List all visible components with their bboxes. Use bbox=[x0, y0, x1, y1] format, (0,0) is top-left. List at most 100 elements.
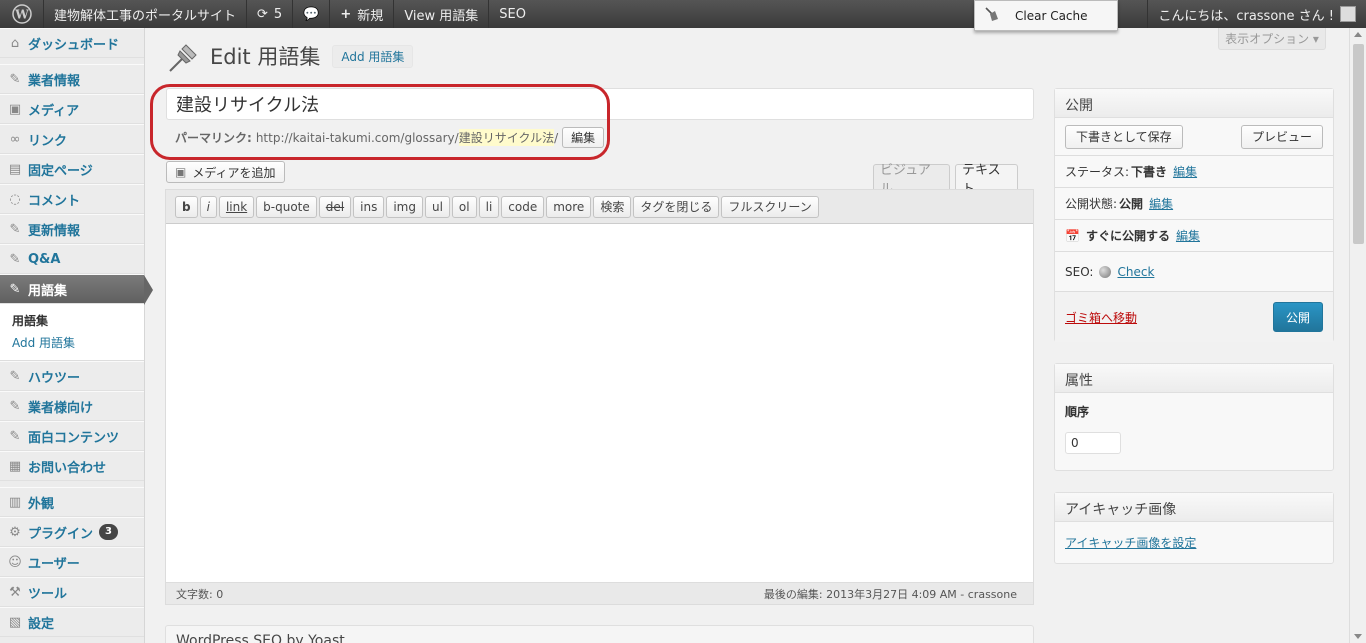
sidebar-item-links[interactable]: ∞ リンク bbox=[0, 124, 144, 154]
edit-status-link[interactable]: 編集 bbox=[1173, 163, 1197, 180]
account-menu[interactable]: こんにちは、crassone さん ! bbox=[1147, 0, 1366, 28]
seo-check-link[interactable]: Check bbox=[1117, 265, 1154, 279]
featured-image-box-title[interactable]: アイキャッチ画像 bbox=[1055, 493, 1333, 522]
seo-status-dot-icon bbox=[1099, 265, 1112, 278]
sidebar-item-updates[interactable]: ✎ 更新情報 bbox=[0, 214, 144, 244]
add-new-button[interactable]: Add 用語集 bbox=[332, 44, 414, 68]
updates-count: 5 bbox=[273, 6, 283, 22]
sidebar-item-glossary[interactable]: ✎ 用語集 bbox=[0, 274, 153, 305]
sidebar-item-plugins[interactable]: ⚙ プラグイン 3 bbox=[0, 517, 144, 547]
sidebar-item-for-contractors[interactable]: ✎ 業者様向け bbox=[0, 391, 144, 421]
sidebar-item-label: ツール bbox=[28, 586, 68, 602]
quicktag-ins-button[interactable]: ins bbox=[353, 195, 385, 218]
quicktag-code-button[interactable]: code bbox=[501, 195, 545, 218]
seo-label: SEO: bbox=[1065, 264, 1094, 279]
sidebar-item-settings[interactable]: ▧ 設定 bbox=[0, 607, 144, 637]
seo-metabox[interactable]: WordPress SEO by Yoast bbox=[165, 625, 1034, 643]
sidebar-item-contractors[interactable]: ✎ 業者情報 bbox=[0, 64, 144, 94]
form-icon: ▦ bbox=[8, 458, 22, 474]
sidebar-item-label: ユーザー bbox=[28, 556, 80, 572]
add-media-button[interactable]: ▣ メディアを追加 bbox=[166, 161, 285, 183]
editor-status-bar: 文字数: 0 最後の編集: 2013年3月27日 4:09 AM - crass… bbox=[166, 582, 1033, 604]
scroll-up-arrow-icon[interactable] bbox=[1354, 32, 1362, 37]
sidebar-item-pages[interactable]: ▤ 固定ページ bbox=[0, 154, 144, 184]
sidebar-item-label: メディア bbox=[28, 103, 80, 119]
add-media-label: メディアを追加 bbox=[192, 165, 276, 180]
updates-link[interactable]: ⟳ 5 bbox=[247, 0, 294, 28]
quicktag-search-button[interactable]: 検索 bbox=[593, 195, 632, 218]
media-icon: ▣ bbox=[8, 101, 22, 117]
sidebar-item-dashboard[interactable]: ⌂ ダッシュボード bbox=[0, 28, 144, 58]
tab-text[interactable]: テキスト bbox=[955, 163, 1018, 197]
permalink-base: http://kaitai-takumi.com/glossary/ bbox=[255, 130, 459, 145]
plug-icon: ⚙ bbox=[9, 524, 21, 540]
order-input[interactable]: 0 bbox=[1065, 432, 1121, 454]
order-label: 順序 bbox=[1065, 405, 1090, 419]
pin-icon: ✎ bbox=[9, 398, 21, 414]
tab-visual[interactable]: ビジュアル bbox=[873, 163, 950, 197]
edit-schedule-link[interactable]: 編集 bbox=[1176, 227, 1200, 244]
clear-cache-button[interactable]: Clear Cache bbox=[974, 0, 1118, 31]
sidebar-item-howto[interactable]: ✎ ハウツー bbox=[0, 361, 144, 391]
greeting-text: こんにちは、crassone さん ! bbox=[1158, 8, 1334, 24]
quicktag-close-tags-button[interactable]: タグを閉じる bbox=[633, 195, 720, 218]
link-icon: ∞ bbox=[9, 131, 21, 147]
quicktag-del-button[interactable]: del bbox=[318, 195, 352, 218]
avatar bbox=[1340, 6, 1356, 22]
quicktag-bold-button[interactable]: b bbox=[175, 195, 198, 218]
sidebar-item-comments[interactable]: ◌ コメント bbox=[0, 184, 144, 214]
new-content-link[interactable]: + 新規 bbox=[330, 0, 395, 28]
sidebar-item-label: お問い合わせ bbox=[28, 460, 107, 476]
sidebar-item-tools[interactable]: ⚒ ツール bbox=[0, 577, 144, 607]
attributes-content: 順序 0 bbox=[1055, 393, 1333, 464]
quicktag-img-button[interactable]: img bbox=[386, 195, 423, 218]
quicktag-ul-button[interactable]: ul bbox=[424, 195, 450, 218]
sidebar-item-label: 更新情報 bbox=[28, 223, 81, 239]
wordpress-logo-icon[interactable]: W bbox=[0, 0, 44, 28]
set-featured-image-link[interactable]: アイキャッチ画像を設定 bbox=[1065, 536, 1196, 550]
pin-icon: ✎ bbox=[9, 428, 21, 444]
save-draft-button[interactable]: 下書きとして保存 bbox=[1065, 124, 1183, 149]
pin-icon: ✎ bbox=[9, 368, 21, 384]
quicktag-ol-button[interactable]: ol bbox=[451, 195, 477, 218]
submenu-item-add-glossary[interactable]: Add 用語集 bbox=[12, 332, 144, 354]
quicktag-italic-button[interactable]: i bbox=[199, 195, 217, 218]
content-textarea[interactable] bbox=[166, 224, 1033, 584]
permalink-end: / bbox=[554, 130, 559, 145]
post-title-input[interactable]: 建設リサイクル法 bbox=[166, 88, 1034, 120]
submenu-item-glossary[interactable]: 用語集 bbox=[12, 310, 144, 332]
move-to-trash-link[interactable]: ゴミ箱へ移動 bbox=[1065, 309, 1137, 326]
sidebar-item-media[interactable]: ▣ メディア bbox=[0, 94, 144, 124]
view-post-link[interactable]: View 用語集 bbox=[394, 0, 490, 28]
seo-menu-link[interactable]: SEO bbox=[489, 0, 536, 28]
publish-button[interactable]: 公開 bbox=[1273, 302, 1323, 332]
attributes-box-title[interactable]: 属性 bbox=[1055, 364, 1333, 393]
quicktag-blockquote-button[interactable]: b-quote bbox=[256, 195, 317, 218]
sidebar-item-appearance[interactable]: ▥ 外観 bbox=[0, 487, 144, 517]
permalink-slug[interactable]: 建設リサイクル法 bbox=[458, 129, 555, 146]
sidebar-item-label: 固定ページ bbox=[28, 163, 93, 179]
sidebar-item-label: 業者様向け bbox=[28, 400, 94, 416]
sidebar-item-qa[interactable]: ✎ Q&A bbox=[0, 244, 144, 274]
site-name-link[interactable]: 建物解体工事のポータルサイト bbox=[44, 0, 248, 28]
sidebar-item-users[interactable]: ☺ ユーザー bbox=[0, 547, 144, 577]
preview-button[interactable]: プレビュー bbox=[1240, 124, 1323, 149]
quicktag-more-button[interactable]: more bbox=[546, 195, 592, 218]
quicktag-fullscreen-button[interactable]: フルスクリーン bbox=[721, 195, 819, 218]
sidebar-item-label: 用語集 bbox=[28, 283, 68, 299]
quicktag-link-button[interactable]: link bbox=[218, 195, 255, 218]
pin-icon: ✎ bbox=[9, 251, 21, 267]
plus-icon: + bbox=[340, 6, 352, 22]
edit-permalink-button[interactable]: 編集 bbox=[562, 127, 605, 148]
scrollbar-thumb[interactable] bbox=[1353, 44, 1364, 244]
screen-options-button[interactable]: 表示オプション ▾ bbox=[1218, 28, 1326, 50]
sidebar-item-fun-content[interactable]: ✎ 面白コンテンツ bbox=[0, 421, 144, 451]
comments-link[interactable]: 💬 bbox=[293, 0, 331, 28]
publish-box-title[interactable]: 公開 bbox=[1055, 89, 1333, 118]
visibility-value: 公開 bbox=[1119, 197, 1144, 211]
quicktag-li-button[interactable]: li bbox=[478, 195, 500, 218]
scroll-down-arrow-icon[interactable] bbox=[1354, 634, 1362, 639]
edit-visibility-link[interactable]: 編集 bbox=[1149, 195, 1173, 212]
page-scrollbar[interactable] bbox=[1349, 28, 1366, 643]
sidebar-item-contact[interactable]: ▦ お問い合わせ bbox=[0, 451, 144, 481]
